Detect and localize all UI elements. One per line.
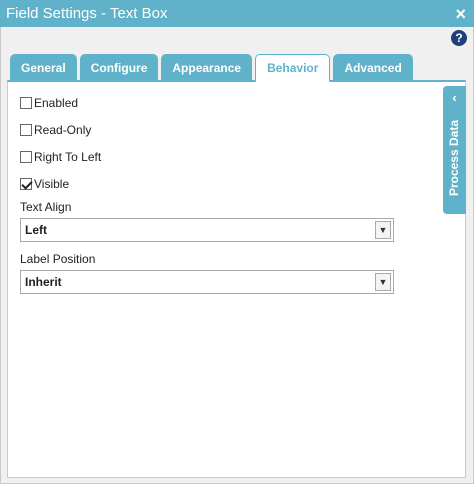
chevron-down-icon[interactable]: ▼ xyxy=(375,221,391,239)
text-align-label: Text Align xyxy=(20,200,72,214)
read-only-checkbox[interactable] xyxy=(20,124,32,136)
visible-label: Visible xyxy=(34,177,70,191)
chevron-left-icon[interactable]: ‹ xyxy=(443,90,466,105)
process-data-label: Process Data xyxy=(447,120,461,197)
right-to-left-checkbox[interactable] xyxy=(20,151,32,163)
behavior-panel: Enabled Read-Only Right To Left Visible … xyxy=(7,80,466,478)
label-position-select[interactable]: Inherit ▼ xyxy=(20,270,394,294)
title-bar: Field Settings - Text Box × xyxy=(0,0,474,27)
label-position-value: Inherit xyxy=(25,275,62,289)
tab-bar: General Configure Appearance Behavior Ad… xyxy=(10,54,413,82)
process-data-tab[interactable]: ‹ Process Data xyxy=(443,86,466,214)
close-icon[interactable]: × xyxy=(455,5,466,23)
read-only-label: Read-Only xyxy=(34,123,92,137)
tab-behavior[interactable]: Behavior xyxy=(255,54,331,82)
label-position-label: Label Position xyxy=(20,252,96,266)
tab-appearance[interactable]: Appearance xyxy=(161,54,253,81)
help-icon[interactable]: ? xyxy=(451,30,467,46)
right-to-left-label: Right To Left xyxy=(34,150,102,164)
read-only-row[interactable]: Read-Only xyxy=(20,123,91,137)
window-title: Field Settings - Text Box xyxy=(6,5,168,22)
chevron-down-icon[interactable]: ▼ xyxy=(375,273,391,291)
text-align-value: Left xyxy=(25,223,47,237)
visible-row[interactable]: Visible xyxy=(20,177,69,191)
tab-general[interactable]: General xyxy=(10,54,77,81)
enabled-label: Enabled xyxy=(34,96,79,110)
right-to-left-row[interactable]: Right To Left xyxy=(20,150,101,164)
visible-checkbox[interactable] xyxy=(20,178,32,190)
text-align-select[interactable]: Left ▼ xyxy=(20,218,394,242)
enabled-row[interactable]: Enabled xyxy=(20,96,78,110)
tab-configure[interactable]: Configure xyxy=(79,54,159,81)
tab-advanced[interactable]: Advanced xyxy=(333,54,413,81)
enabled-checkbox[interactable] xyxy=(20,97,32,109)
